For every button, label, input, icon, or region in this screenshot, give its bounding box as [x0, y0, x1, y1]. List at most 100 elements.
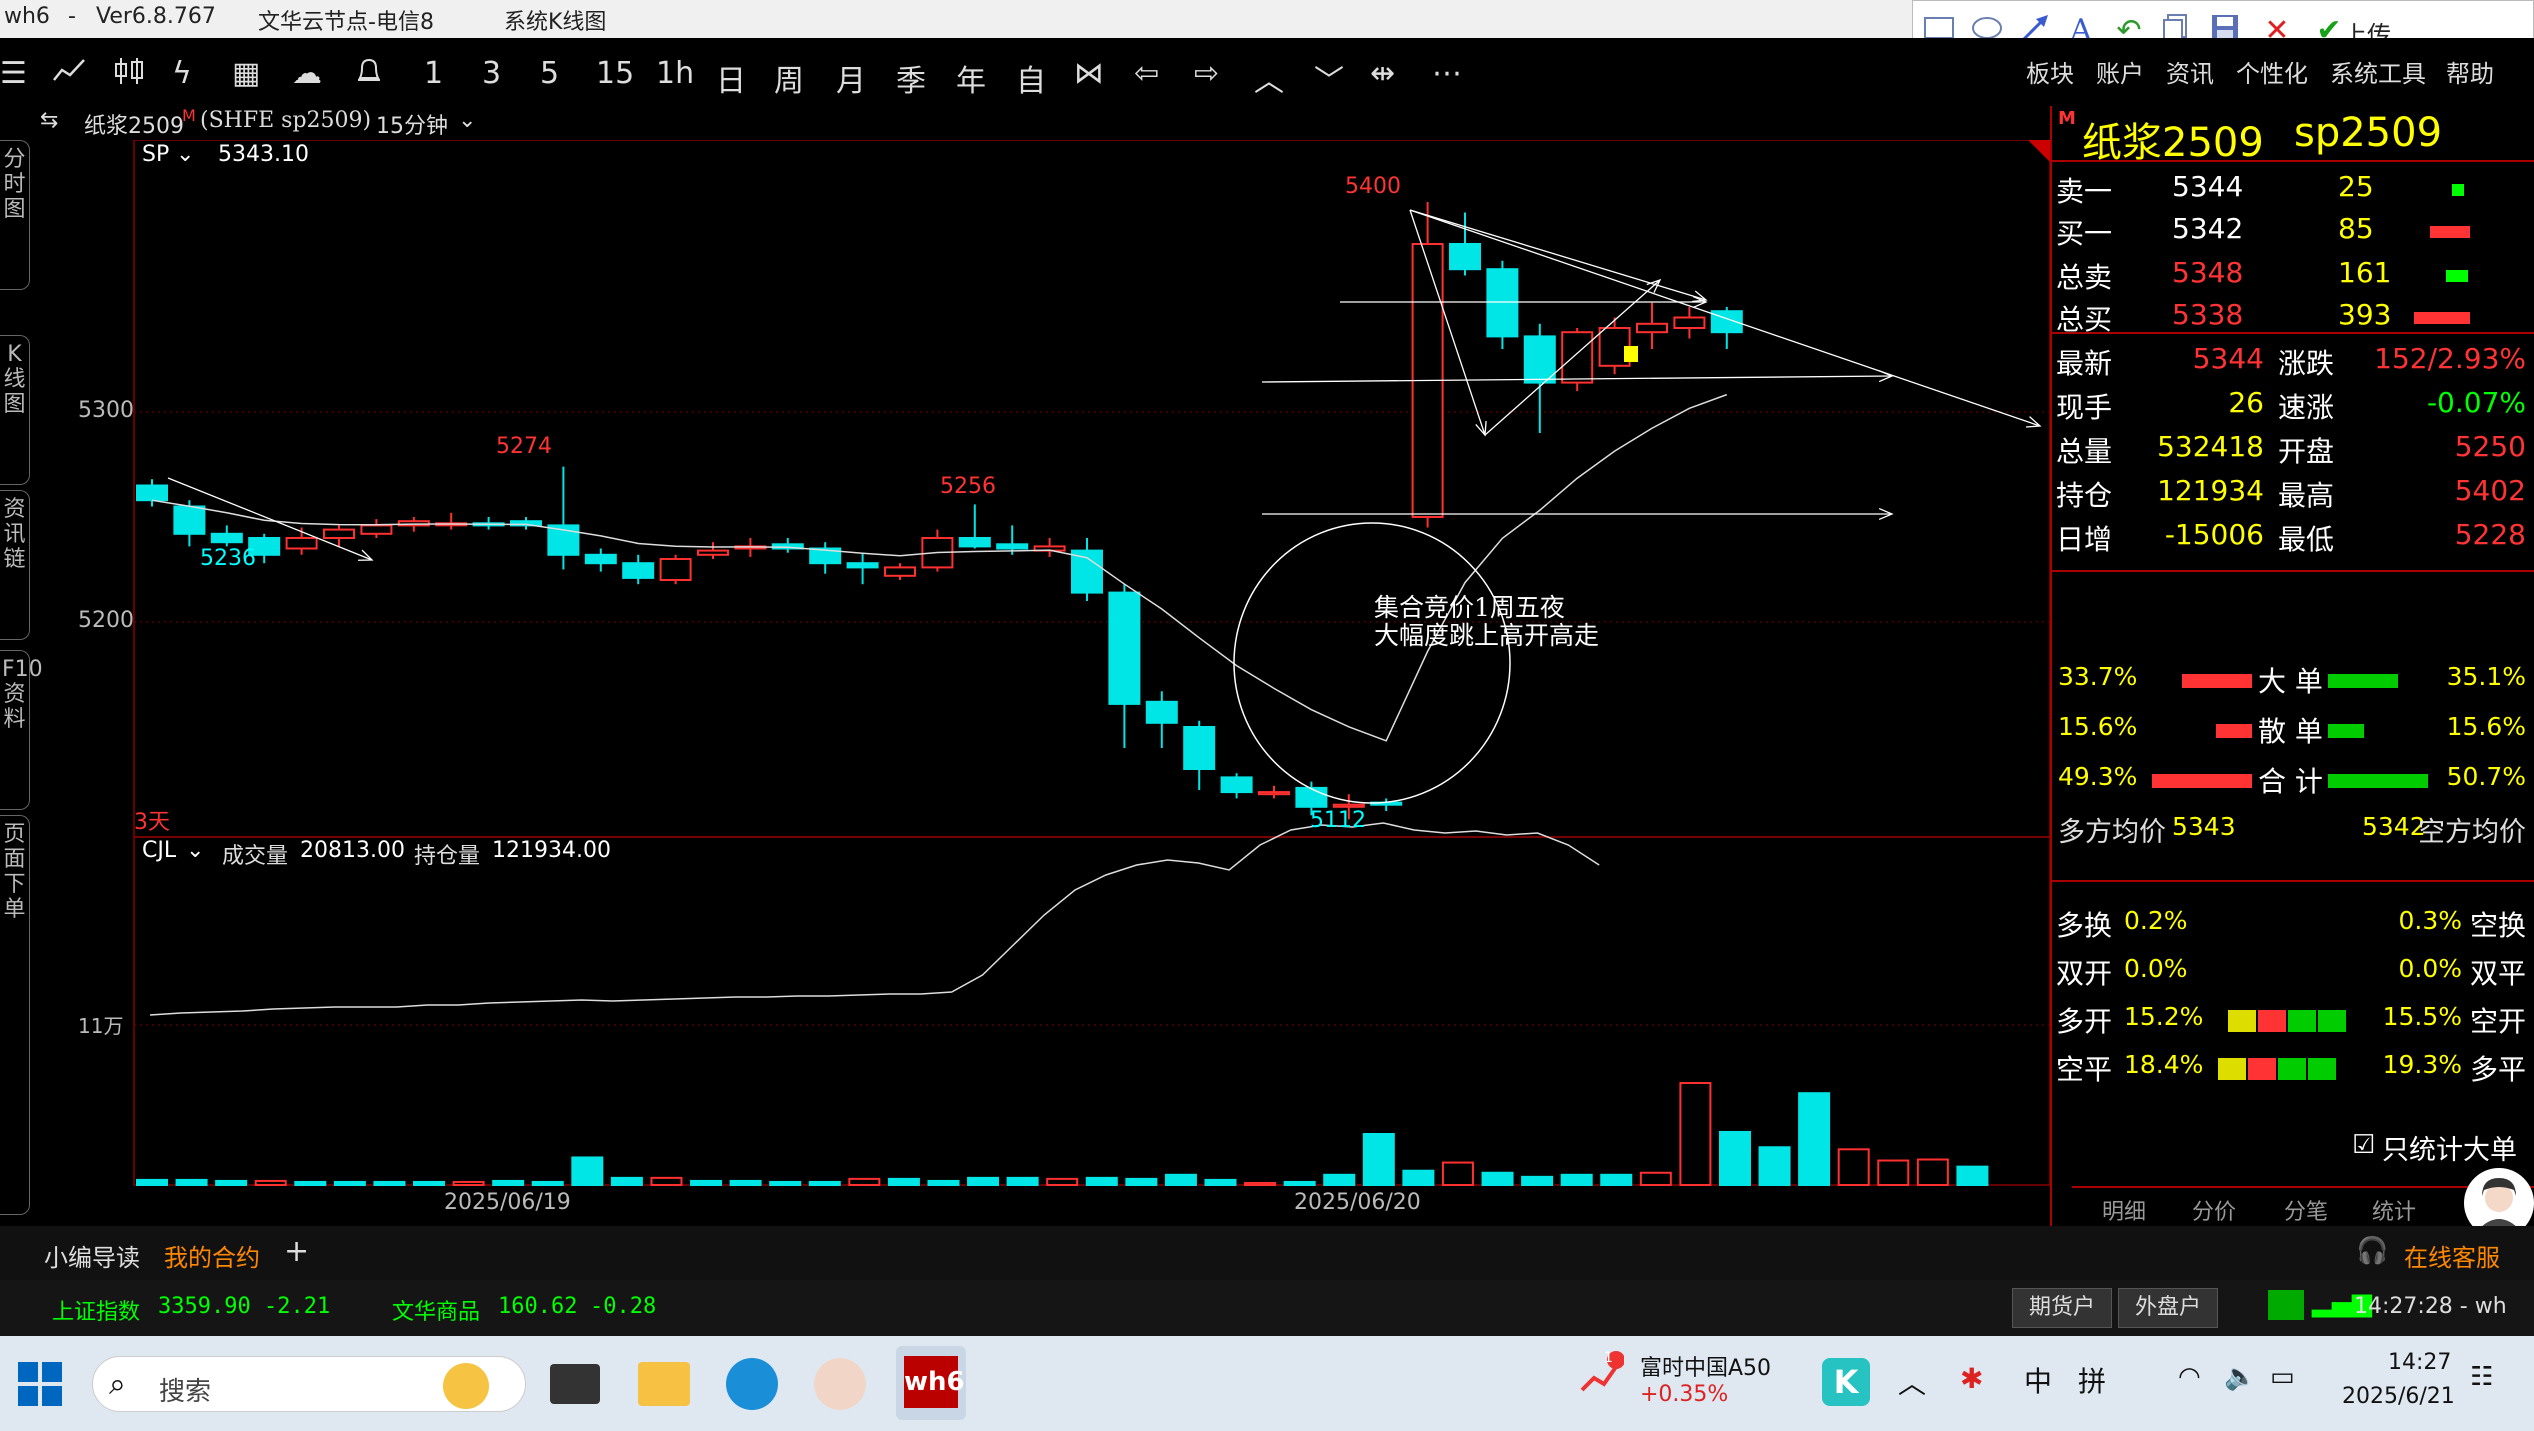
period-custom[interactable]: 自	[1016, 56, 1046, 100]
period-1h[interactable]: 1h	[656, 56, 694, 91]
flow-buy-bar	[2328, 724, 2364, 738]
menu-system-tools[interactable]: 系统工具	[2330, 54, 2426, 89]
ime-mode[interactable]: 中	[2024, 1360, 2052, 1400]
sp-value: 5343.10	[218, 142, 309, 167]
flash-icon[interactable]: ϟ	[172, 56, 192, 91]
online-service[interactable]: 在线客服	[2404, 1238, 2500, 1273]
sh-index-name[interactable]: 上证指数	[52, 1294, 140, 1326]
arrow-right-icon[interactable]: ⇨	[1194, 56, 1219, 91]
book-price: 5344	[2172, 170, 2244, 203]
taskbar-search[interactable]: ⌕ 搜索	[92, 1356, 526, 1412]
tab-my-contracts[interactable]: 我的合约	[164, 1238, 260, 1273]
volume-bar	[1125, 1177, 1158, 1187]
volume-bar	[254, 1179, 287, 1187]
only-big-checkbox[interactable]: ☑	[2352, 1130, 2375, 1160]
period-season[interactable]: 季	[896, 56, 926, 100]
left-high-label: 5274	[496, 434, 552, 459]
candle	[659, 558, 692, 581]
book-price: 5338	[2172, 298, 2244, 331]
menu-help[interactable]: 帮助	[2446, 54, 2494, 89]
period-3[interactable]: 3	[482, 56, 501, 91]
bottom-tabs: 小编导读 我的合约 + 🎧 在线客服	[0, 1226, 2534, 1280]
menu-personalize[interactable]: 个性化	[2236, 54, 2308, 89]
period-5[interactable]: 5	[540, 56, 559, 91]
crosshair-icon[interactable]: ⇹	[1370, 56, 1395, 91]
headset-icon[interactable]: 🎧	[2356, 1236, 2388, 1266]
book-volume: 161	[2338, 256, 2392, 289]
avg-short-value: 5342	[2362, 812, 2426, 841]
period-selector[interactable]: 15分钟	[376, 108, 448, 140]
arrow-left-icon[interactable]: ⇦	[1134, 56, 1159, 91]
wh-index-name[interactable]: 文华商品	[392, 1294, 480, 1326]
price-pane-frame	[133, 139, 2051, 838]
candle	[1486, 268, 1519, 338]
kline-chart[interactable]: SP ⌄ 5343.10 5300 5200 3天 5400 5112 5236…	[0, 139, 2051, 1225]
tab-stats[interactable]: 统计	[2372, 1194, 2416, 1226]
stat-value: 26	[2228, 386, 2264, 419]
link-icon[interactable]: ⇆	[40, 108, 58, 133]
futures-account-button[interactable]: 期货户	[2012, 1288, 2112, 1328]
list-icon[interactable]: ☰	[0, 56, 27, 91]
tab-detail[interactable]: 明细	[2102, 1194, 2146, 1226]
book-depth-bar	[2452, 184, 2464, 196]
line-chart-icon[interactable]	[52, 56, 86, 94]
quote-code: sp2509	[2294, 110, 2443, 156]
tray-chevron-icon[interactable]: ︿	[1898, 1362, 1926, 1402]
task-view-icon[interactable]	[550, 1364, 600, 1404]
main-toolbar: ☰ ϟ ▦ ☁ 1 3 5 15 1h 日 周 月 季 年 自 ⋈ ⇦ ⇨ ︿ …	[0, 38, 2534, 108]
stock-name[interactable]: 富时中国A50	[1640, 1350, 1771, 1382]
assistant-app-icon[interactable]	[814, 1358, 866, 1410]
notification-icon[interactable]: ☷	[2470, 1362, 2493, 1392]
ime-pinyin[interactable]: 拼	[2078, 1360, 2106, 1400]
tab-editor-guide[interactable]: 小编导读	[44, 1238, 140, 1273]
volume-icon[interactable]: 🔈	[2224, 1362, 2256, 1392]
candle	[958, 537, 991, 548]
wh6-app-active[interactable]: wh6	[896, 1346, 966, 1420]
zoom-in-icon[interactable]: ︿	[1254, 56, 1284, 100]
chevron-down-icon[interactable]: ⌄	[458, 108, 476, 133]
y-tick-5300: 5300	[78, 398, 134, 423]
menu-account[interactable]: 账户	[2096, 54, 2144, 89]
battery-icon[interactable]: ▭	[2270, 1362, 2295, 1392]
file-explorer-icon[interactable]	[638, 1362, 690, 1406]
bowtie-icon[interactable]: ⋈	[1074, 56, 1104, 91]
cjl-chevron-icon[interactable]: ⌄	[186, 838, 204, 863]
period-year[interactable]: 年	[956, 56, 986, 100]
more-icon[interactable]: ⋯	[1432, 56, 1462, 91]
k-app-icon[interactable]: K	[1822, 1358, 1870, 1406]
table-icon[interactable]: ▦	[232, 56, 260, 91]
kline-svg[interactable]	[0, 139, 2051, 1225]
position-right-label: 空换	[2469, 909, 2526, 942]
menu-sector[interactable]: 板块	[2026, 54, 2074, 89]
windows-start-icon[interactable]	[16, 1360, 64, 1412]
period-day[interactable]: 日	[716, 56, 746, 100]
tab-ticks[interactable]: 分笔	[2284, 1194, 2328, 1226]
edge-icon[interactable]	[726, 1358, 778, 1410]
sp-indicator[interactable]: SP	[142, 142, 169, 167]
tab-price-dist[interactable]: 分价	[2192, 1194, 2236, 1226]
period-1[interactable]: 1	[424, 56, 443, 91]
book-depth-bar	[2430, 226, 2470, 238]
app-name: wh6	[4, 4, 50, 29]
position-bar	[2278, 1058, 2306, 1080]
wifi-icon[interactable]: ◠	[2178, 1362, 2201, 1392]
refresh-cloud-icon[interactable]: ☁	[292, 56, 322, 91]
sp-chevron-icon[interactable]: ⌄	[176, 142, 194, 167]
foreign-account-button[interactable]: 外盘户	[2118, 1288, 2218, 1328]
period-week[interactable]: 周	[774, 56, 804, 100]
period-month[interactable]: 月	[836, 56, 866, 100]
add-tab-button[interactable]: +	[284, 1234, 309, 1269]
volume-value: 20813.00	[300, 838, 405, 863]
period-15[interactable]: 15	[596, 56, 634, 91]
tray-app-icon[interactable]: ✱	[1960, 1362, 1983, 1395]
candle	[697, 549, 729, 556]
stock-widget-icon[interactable]	[1580, 1350, 1625, 1392]
taskbar-date[interactable]: 2025/6/21	[2342, 1384, 2455, 1409]
menu-news[interactable]: 资讯	[2166, 54, 2214, 89]
zoom-out-icon[interactable]: ﹀	[1314, 56, 1344, 100]
bell-icon[interactable]	[354, 56, 384, 94]
cjl-indicator[interactable]: CJL	[142, 838, 176, 863]
taskbar-time[interactable]: 14:27	[2388, 1350, 2451, 1375]
candle	[285, 537, 318, 550]
candle-icon[interactable]	[112, 56, 146, 94]
